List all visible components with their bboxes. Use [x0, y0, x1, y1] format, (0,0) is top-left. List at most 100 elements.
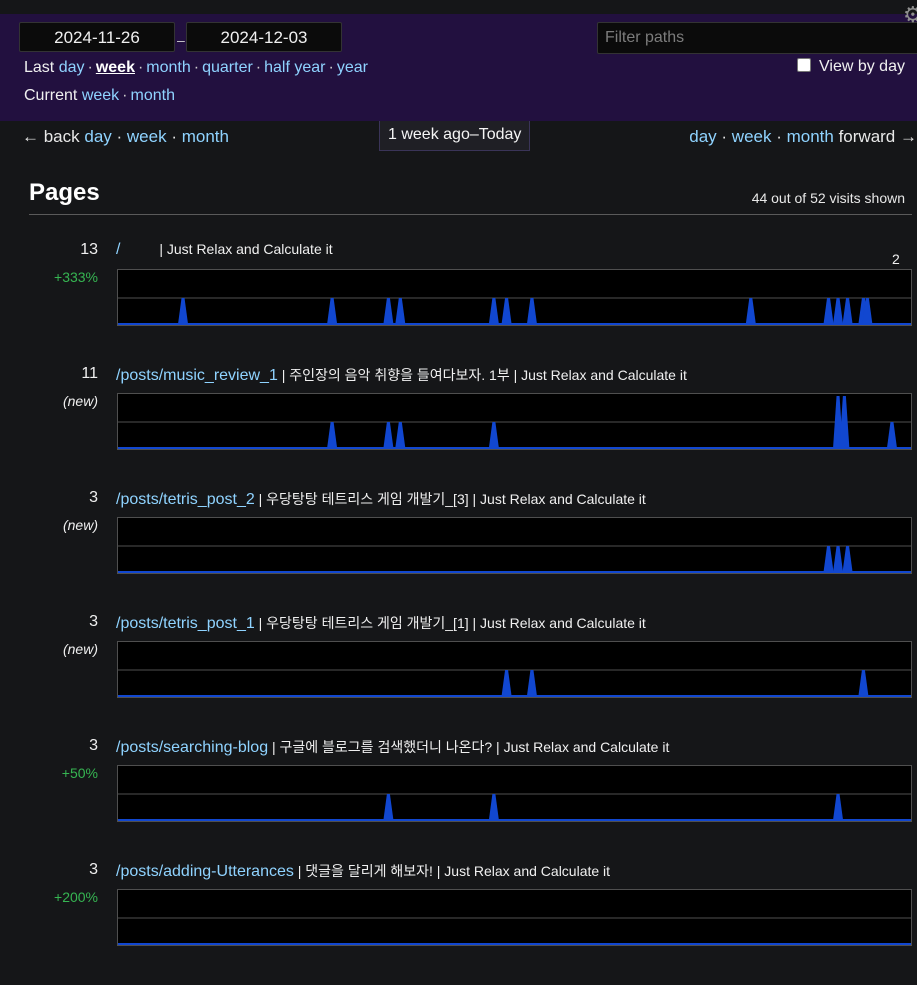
page-row: 11 (new) /posts/music_review_1 | 주인장의 음악 취…: [0, 365, 917, 489]
visits-shown-count: 44 out of 52 visits shown: [751, 190, 905, 206]
visit-spike: [395, 422, 406, 448]
current-label: Current: [24, 87, 78, 104]
visit-spike: [178, 298, 189, 324]
last-day-link[interactable]: day: [59, 59, 85, 76]
sparkline-svg: [118, 545, 911, 573]
change-badge: +200%: [54, 889, 98, 905]
last-period-row: Last day · week · month · quarter · half year · ye…: [24, 59, 368, 76]
view-by-day-checkbox[interactable]: [797, 58, 811, 72]
chart-max-label: 2: [892, 251, 900, 267]
visit-spike: [501, 298, 512, 324]
visit-count: 3: [89, 613, 98, 630]
page-title-text: | 주인장의 음악 취향을 들여다보자. 1부 | Just Relax and…: [277, 367, 687, 383]
sparkline-svg: [118, 917, 911, 945]
visits-sparkline: [117, 889, 912, 946]
back-month-link[interactable]: month: [182, 127, 229, 146]
page-title-text: | 우당탕탕 테트리스 게임 개발기_[3] | Just Relax and …: [254, 491, 646, 507]
start-date-input[interactable]: 2024-11-26: [19, 22, 175, 52]
gear-icon[interactable]: ⚙: [903, 2, 917, 28]
visit-spike: [833, 794, 844, 820]
page-row: 3 +50% /posts/searching-blog | 구글에 블로그를 검색…: [0, 737, 917, 861]
current-period-label: 1 week ago–Today: [379, 121, 531, 151]
visit-spike: [842, 298, 853, 324]
visit-spike: [501, 670, 512, 696]
visit-spike: [823, 298, 834, 324]
visit-spike: [383, 422, 394, 448]
current-month-link[interactable]: month: [131, 87, 175, 104]
forward-day-link[interactable]: day: [689, 127, 716, 146]
visit-count: 3: [89, 861, 98, 878]
visit-spike: [858, 670, 869, 696]
date-range-dash: –: [177, 32, 185, 48]
page-path-link[interactable]: /posts/tetris_post_1: [116, 615, 255, 632]
end-date-input[interactable]: 2024-12-03: [186, 22, 342, 52]
back-label: ← back: [22, 127, 80, 146]
visits-sparkline: [117, 269, 912, 326]
last-year-link[interactable]: year: [337, 59, 368, 76]
current-week-link[interactable]: week: [82, 87, 119, 104]
sparkline-svg: [118, 793, 911, 821]
page-row: 3 (new) /posts/tetris_post_2 | 우당탕탕 테트리스 게…: [0, 489, 917, 613]
page-title-text: | 댓글을 달리게 해보자! | Just Relax and Calculat…: [293, 863, 611, 879]
page-row: 3 (new) /posts/tetris_post_1 | 우당탕탕 테트리스 게…: [0, 613, 917, 737]
visit-spike: [886, 422, 897, 448]
visits-sparkline: [117, 517, 912, 574]
visit-spike: [745, 298, 756, 324]
change-badge: (new): [62, 517, 98, 533]
visit-count: 3: [89, 489, 98, 506]
visit-spike: [395, 298, 406, 324]
page-title-line: / | Just Relax and Calculate it: [116, 241, 333, 259]
last-quarter-link[interactable]: quarter: [202, 59, 253, 76]
visit-spike: [833, 546, 844, 572]
forward-label: forward →: [838, 127, 917, 146]
page-title-line: /posts/music_review_1 | 주인장의 음악 취향을 들여다보…: [116, 365, 687, 385]
page-path-link[interactable]: /posts/music_review_1: [116, 367, 278, 384]
visit-count: 13: [80, 241, 98, 258]
page-row: 3 +200% /posts/adding-Utterances | 댓글을 달리게…: [0, 861, 917, 985]
visit-spike: [526, 670, 537, 696]
visit-spike: [823, 546, 834, 572]
visits-sparkline: [117, 765, 912, 822]
page-title-line: /posts/searching-blog | 구글에 블로그를 검색했더니 나…: [116, 737, 669, 757]
sparkline-svg: [118, 396, 911, 449]
change-badge: +333%: [54, 269, 98, 285]
visit-spike: [488, 422, 499, 448]
visits-sparkline: [117, 641, 912, 698]
last-month-link[interactable]: month: [146, 59, 190, 76]
forward-nav: day · week · month forward →: [689, 127, 917, 146]
sparkline-svg: [118, 669, 911, 697]
visit-spike: [842, 546, 853, 572]
visit-spike: [327, 298, 338, 324]
visit-count: 11: [81, 365, 98, 382]
view-by-day-label: View by day: [819, 58, 905, 75]
back-day-link[interactable]: day: [84, 127, 111, 146]
visit-spike: [383, 794, 394, 820]
page-title-line: /posts/tetris_post_1 | 우당탕탕 테트리스 게임 개발기_…: [116, 613, 646, 633]
page-path-link[interactable]: /posts/tetris_post_2: [116, 491, 255, 508]
visit-count: 3: [89, 737, 98, 754]
change-badge: +50%: [61, 765, 98, 781]
last-label: Last: [24, 59, 55, 76]
visit-spike: [833, 298, 844, 324]
view-by-day-toggle[interactable]: View by day: [797, 58, 905, 76]
change-badge: (new): [62, 393, 98, 409]
page-title-text: | Just Relax and Calculate it: [120, 241, 333, 257]
change-badge: (new): [62, 641, 98, 657]
back-nav: ← back day · week · month: [22, 127, 229, 146]
page-title-line: /posts/adding-Utterances | 댓글을 달리게 해보자! …: [116, 861, 610, 881]
current-period-row: Current week · month: [24, 87, 175, 104]
date-range-header: 2024-11-26 – 2024-12-03 Last day · week · mo…: [0, 2, 917, 121]
page-path-link[interactable]: /posts/adding-Utterances: [116, 863, 294, 880]
last-week-link[interactable]: week: [96, 59, 135, 76]
forward-week-link[interactable]: week: [732, 127, 772, 146]
section-divider: [29, 214, 912, 215]
page-path-link[interactable]: /posts/searching-blog: [116, 739, 268, 756]
visit-spike: [526, 298, 537, 324]
back-week-link[interactable]: week: [127, 127, 167, 146]
filter-paths-input[interactable]: [597, 22, 917, 54]
forward-month-link[interactable]: month: [787, 127, 834, 146]
visit-spike: [488, 794, 499, 820]
last-half-year-link[interactable]: half year: [264, 59, 325, 76]
page-row: 13 +333% / | Just Relax and Calculate it 2: [0, 241, 917, 365]
visit-spike: [383, 298, 394, 324]
